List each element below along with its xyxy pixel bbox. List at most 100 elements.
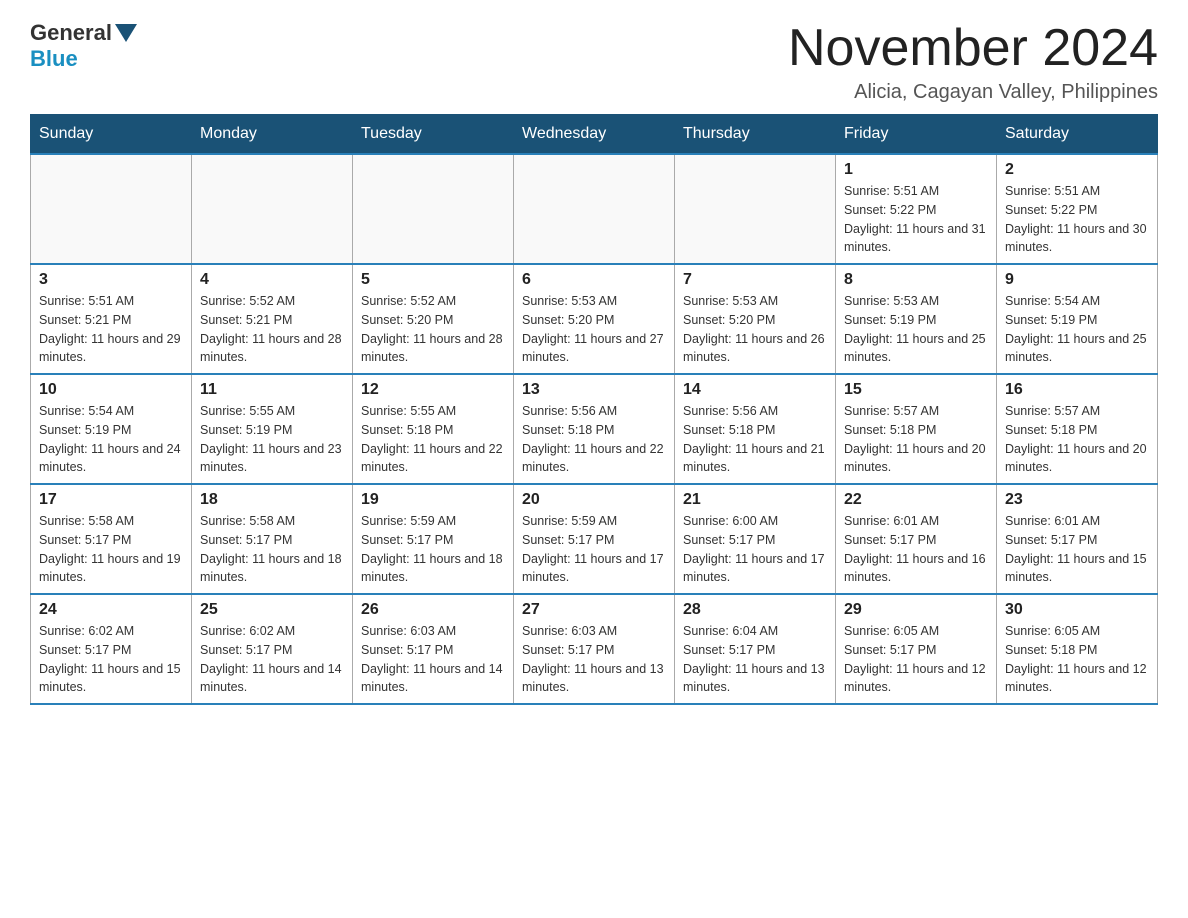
day-number: 21 — [683, 491, 827, 509]
calendar-cell: 18 Sunrise: 5:58 AMSunset: 5:17 PMDayligh… — [192, 484, 353, 594]
calendar-cell: 6Sunrise: 5:53 AMSunset: 5:20 PMDaylight… — [514, 264, 675, 374]
col-sunday: Sunday — [31, 115, 192, 155]
day-info: Sunrise: 5:56 AMSunset: 5:18 PMDaylight:… — [522, 402, 666, 477]
title-section: November 2024 Alicia, Cagayan Valley, Ph… — [788, 20, 1158, 104]
day-number: 20 — [522, 491, 666, 509]
day-info: Sunrise: 5:54 AMSunset: 5:19 PMDaylight:… — [39, 402, 183, 477]
day-info: Sunrise: 6:01 AMSunset: 5:17 PMDaylight:… — [1005, 512, 1149, 587]
calendar-cell: 7Sunrise: 5:53 AMSunset: 5:20 PMDaylight… — [675, 264, 836, 374]
calendar-cell: 28 Sunrise: 6:04 AMSunset: 5:17 PMDayligh… — [675, 594, 836, 704]
day-number: 8 — [844, 271, 988, 289]
day-info: Sunrise: 5:52 AMSunset: 5:20 PMDaylight:… — [361, 292, 505, 367]
day-info: Sunrise: 6:01 AMSunset: 5:17 PMDaylight:… — [844, 512, 988, 587]
calendar-cell: 24 Sunrise: 6:02 AMSunset: 5:17 PMDayligh… — [31, 594, 192, 704]
calendar-cell — [514, 154, 675, 264]
logo-general-text: General — [30, 20, 112, 46]
calendar-cell: 11Sunrise: 5:55 AMSunset: 5:19 PMDayligh… — [192, 374, 353, 484]
calendar-week-row: 24 Sunrise: 6:02 AMSunset: 5:17 PMDayligh… — [31, 594, 1158, 704]
calendar-cell: 9 Sunrise: 5:54 AMSunset: 5:19 PMDaylight… — [997, 264, 1158, 374]
day-info: Sunrise: 6:02 AMSunset: 5:17 PMDaylight:… — [200, 622, 344, 697]
col-tuesday: Tuesday — [353, 115, 514, 155]
calendar-week-row: 17 Sunrise: 5:58 AMSunset: 5:17 PMDayligh… — [31, 484, 1158, 594]
calendar-cell: 30Sunrise: 6:05 AMSunset: 5:18 PMDayligh… — [997, 594, 1158, 704]
day-number: 26 — [361, 601, 505, 619]
day-number: 27 — [522, 601, 666, 619]
day-number: 30 — [1005, 601, 1149, 619]
logo-arrow-icon — [115, 24, 137, 42]
day-number: 28 — [683, 601, 827, 619]
day-number: 9 — [1005, 271, 1149, 289]
day-info: Sunrise: 6:03 AMSunset: 5:17 PMDaylight:… — [522, 622, 666, 697]
logo-blue-text: Blue — [30, 46, 78, 72]
calendar-cell: 23 Sunrise: 6:01 AMSunset: 5:17 PMDayligh… — [997, 484, 1158, 594]
day-info: Sunrise: 5:51 AMSunset: 5:21 PMDaylight:… — [39, 292, 183, 367]
calendar-cell: 22 Sunrise: 6:01 AMSunset: 5:17 PMDayligh… — [836, 484, 997, 594]
day-info: Sunrise: 5:52 AMSunset: 5:21 PMDaylight:… — [200, 292, 344, 367]
col-saturday: Saturday — [997, 115, 1158, 155]
day-info: Sunrise: 6:05 AMSunset: 5:17 PMDaylight:… — [844, 622, 988, 697]
calendar-cell: 5 Sunrise: 5:52 AMSunset: 5:20 PMDaylight… — [353, 264, 514, 374]
calendar-cell: 13Sunrise: 5:56 AMSunset: 5:18 PMDayligh… — [514, 374, 675, 484]
calendar-header-row: Sunday Monday Tuesday Wednesday Thursday… — [31, 115, 1158, 155]
day-number: 15 — [844, 381, 988, 399]
day-number: 2 — [1005, 161, 1149, 179]
calendar-cell: 2 Sunrise: 5:51 AMSunset: 5:22 PMDaylight… — [997, 154, 1158, 264]
day-number: 29 — [844, 601, 988, 619]
day-info: Sunrise: 6:02 AMSunset: 5:17 PMDaylight:… — [39, 622, 183, 697]
day-number: 17 — [39, 491, 183, 509]
day-info: Sunrise: 5:56 AMSunset: 5:18 PMDaylight:… — [683, 402, 827, 477]
calendar-cell: 16 Sunrise: 5:57 AMSunset: 5:18 PMDayligh… — [997, 374, 1158, 484]
calendar-cell: 15 Sunrise: 5:57 AMSunset: 5:18 PMDayligh… — [836, 374, 997, 484]
calendar-cell: 29 Sunrise: 6:05 AMSunset: 5:17 PMDayligh… — [836, 594, 997, 704]
day-number: 18 — [200, 491, 344, 509]
calendar-cell: 20Sunrise: 5:59 AMSunset: 5:17 PMDayligh… — [514, 484, 675, 594]
calendar-cell: 4 Sunrise: 5:52 AMSunset: 5:21 PMDaylight… — [192, 264, 353, 374]
calendar-cell — [31, 154, 192, 264]
day-number: 10 — [39, 381, 183, 399]
calendar-week-row: 10 Sunrise: 5:54 AMSunset: 5:19 PMDayligh… — [31, 374, 1158, 484]
day-number: 19 — [361, 491, 505, 509]
day-number: 24 — [39, 601, 183, 619]
day-info: Sunrise: 6:04 AMSunset: 5:17 PMDaylight:… — [683, 622, 827, 697]
calendar-cell: 21 Sunrise: 6:00 AMSunset: 5:17 PMDayligh… — [675, 484, 836, 594]
day-number: 16 — [1005, 381, 1149, 399]
day-info: Sunrise: 5:58 AMSunset: 5:17 PMDaylight:… — [39, 512, 183, 587]
day-number: 23 — [1005, 491, 1149, 509]
calendar-cell: 19Sunrise: 5:59 AMSunset: 5:17 PMDayligh… — [353, 484, 514, 594]
day-number: 3 — [39, 271, 183, 289]
calendar-table: Sunday Monday Tuesday Wednesday Thursday… — [30, 114, 1158, 705]
calendar-cell — [675, 154, 836, 264]
day-number: 7 — [683, 271, 827, 289]
calendar-cell: 14Sunrise: 5:56 AMSunset: 5:18 PMDayligh… — [675, 374, 836, 484]
day-info: Sunrise: 6:03 AMSunset: 5:17 PMDaylight:… — [361, 622, 505, 697]
day-info: Sunrise: 5:53 AMSunset: 5:19 PMDaylight:… — [844, 292, 988, 367]
day-number: 5 — [361, 271, 505, 289]
month-title: November 2024 — [788, 20, 1158, 77]
col-thursday: Thursday — [675, 115, 836, 155]
calendar-week-row: 1 Sunrise: 5:51 AMSunset: 5:22 PMDaylight… — [31, 154, 1158, 264]
page-header: General Blue November 2024 Alicia, Cagay… — [30, 20, 1158, 104]
calendar-cell: 3 Sunrise: 5:51 AMSunset: 5:21 PMDaylight… — [31, 264, 192, 374]
calendar-cell: 25 Sunrise: 6:02 AMSunset: 5:17 PMDayligh… — [192, 594, 353, 704]
day-number: 25 — [200, 601, 344, 619]
day-info: Sunrise: 5:58 AMSunset: 5:17 PMDaylight:… — [200, 512, 344, 587]
calendar-cell — [192, 154, 353, 264]
day-number: 4 — [200, 271, 344, 289]
calendar-cell: 27 Sunrise: 6:03 AMSunset: 5:17 PMDayligh… — [514, 594, 675, 704]
day-number: 1 — [844, 161, 988, 179]
day-info: Sunrise: 5:54 AMSunset: 5:19 PMDaylight:… — [1005, 292, 1149, 367]
calendar-cell: 17 Sunrise: 5:58 AMSunset: 5:17 PMDayligh… — [31, 484, 192, 594]
day-number: 6 — [522, 271, 666, 289]
day-info: Sunrise: 5:57 AMSunset: 5:18 PMDaylight:… — [1005, 402, 1149, 477]
calendar-cell: 12Sunrise: 5:55 AMSunset: 5:18 PMDayligh… — [353, 374, 514, 484]
day-number: 22 — [844, 491, 988, 509]
day-info: Sunrise: 6:00 AMSunset: 5:17 PMDaylight:… — [683, 512, 827, 587]
calendar-cell: 8 Sunrise: 5:53 AMSunset: 5:19 PMDaylight… — [836, 264, 997, 374]
day-info: Sunrise: 5:57 AMSunset: 5:18 PMDaylight:… — [844, 402, 988, 477]
day-info: Sunrise: 5:55 AMSunset: 5:19 PMDaylight:… — [200, 402, 344, 477]
col-wednesday: Wednesday — [514, 115, 675, 155]
day-info: Sunrise: 5:51 AMSunset: 5:22 PMDaylight:… — [1005, 182, 1149, 257]
logo: General Blue — [30, 20, 137, 72]
calendar-cell — [353, 154, 514, 264]
day-number: 12 — [361, 381, 505, 399]
